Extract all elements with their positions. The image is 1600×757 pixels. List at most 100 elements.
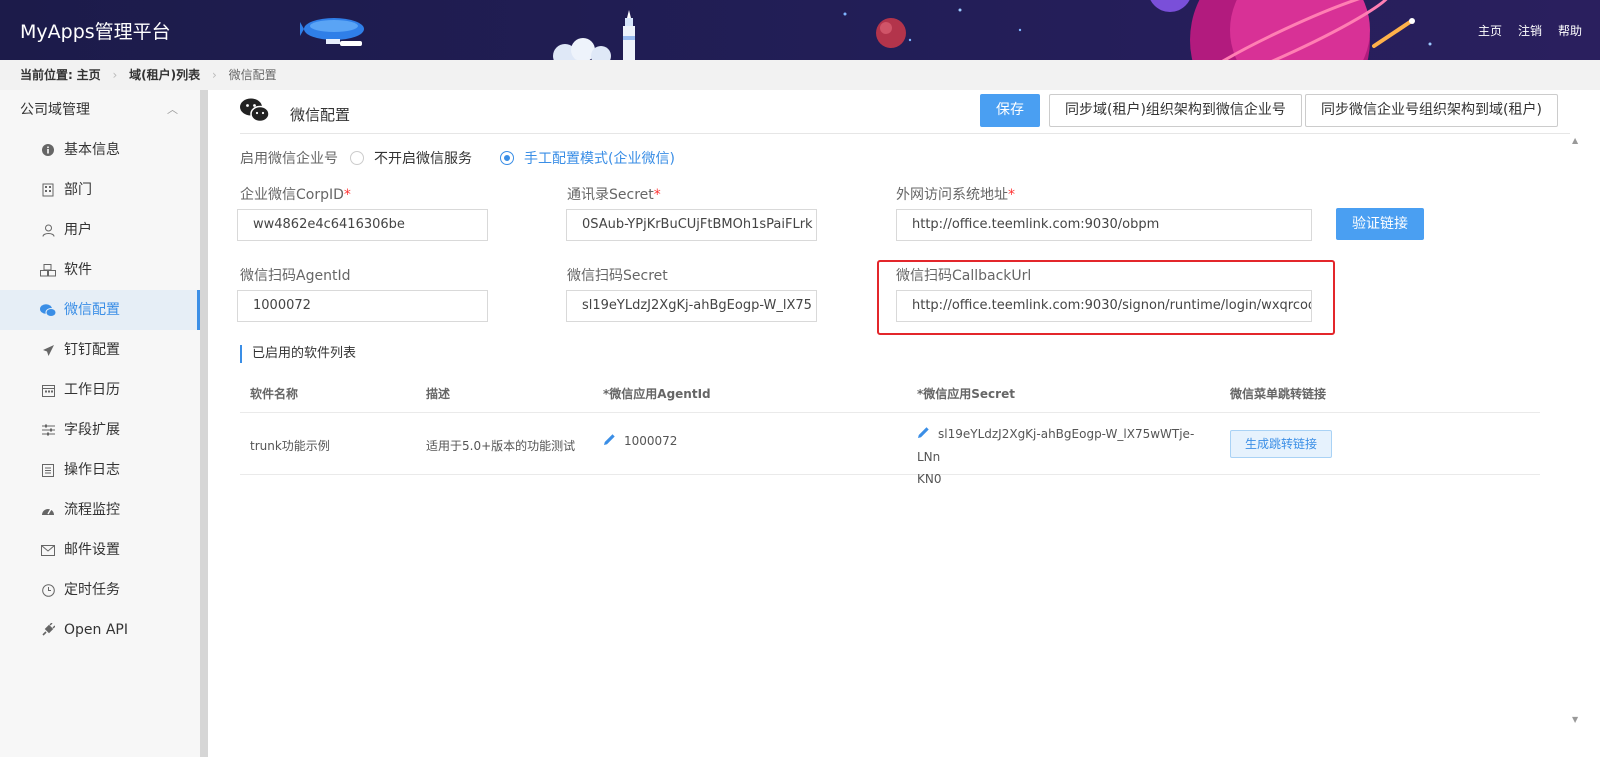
table-header: 软件名称 描述 *微信应用AgentId *微信应用Secret 微信菜单跳转链… [240,373,1540,413]
sidebar-group-company[interactable]: 公司域管理 ︿ [0,90,200,130]
radio-unchecked-icon[interactable] [350,151,364,165]
page-title: 微信配置 [290,106,351,124]
sidebar-item-label: 用户 [64,222,92,238]
breadcrumb-separator-icon: › [211,68,217,82]
scan-agentid-label: 微信扫码AgentId [240,268,351,284]
corpid-input[interactable]: ww4862e4c6416306be [237,209,488,241]
sidebar-item-work-calendar[interactable]: 工作日历 [0,370,200,410]
plane-icon [40,342,56,358]
secret-cell: sl19eYLdzJ2XgKj-ahBgEogp-W_lX75wWTje-LNn… [917,423,1217,490]
required-mark: * [1008,187,1015,203]
edit-pencil-icon[interactable] [917,424,930,446]
external-url-input[interactable]: http://office.teemlink.com:9030/obpm [896,209,1312,241]
edit-pencil-icon[interactable] [603,433,616,449]
info-icon [40,142,56,158]
sidebar-item-label: 钉钉配置 [64,342,120,358]
radio-option-disabled[interactable]: 不开启微信服务 [350,148,472,168]
breadcrumb-prefix: 当前位置: [20,68,73,82]
sidebar-item-label: 邮件设置 [64,542,120,558]
callback-url-highlight-box [877,260,1335,335]
sidebar-item-basic-info[interactable]: 基本信息 [0,130,200,170]
generate-jump-link-button[interactable]: 生成跳转链接 [1230,430,1333,458]
sidebar-item-label: 基本信息 [64,142,120,158]
building-icon [40,182,56,198]
nav-help-link[interactable]: 帮助 [1558,22,1582,39]
required-mark: * [343,187,351,203]
sidebar-item-operation-log[interactable]: 操作日志 [0,450,200,490]
sidebar-item-label: 定时任务 [64,582,120,598]
secret-value-line2: KN0 [917,471,942,486]
sidebar-item-open-api[interactable]: Open API [0,610,200,650]
corpid-label-text: 企业微信CorpID [240,187,344,203]
sidebar-item-field-extension[interactable]: 字段扩展 [0,410,200,450]
log-icon [40,462,56,478]
table-row: trunk功能示例 适用于5.0+版本的功能测试 1000072 sl19eYL… [240,413,1540,486]
breadcrumb: 当前位置: 主页 › 域(租户)列表 › 微信配置 [0,60,1600,90]
enable-wechat-label: 启用微信企业号 [240,151,338,167]
clouds-illustration [553,38,611,60]
wechat-icon [40,302,56,318]
sidebar-group-label: 公司域管理 [20,102,90,118]
sliders-icon [40,422,56,438]
radio-checked-icon[interactable] [500,151,514,165]
clock-icon [40,582,56,598]
sidebar-item-wechat-config[interactable]: 微信配置 [0,290,200,330]
user-icon [40,222,56,238]
sidebar-item-software[interactable]: 软件 [0,250,200,290]
blimp-illustration [300,18,364,46]
plug-icon [40,622,56,638]
sidebar-item-user[interactable]: 用户 [0,210,200,250]
sidebar-item-scheduled-tasks[interactable]: 定时任务 [0,570,200,610]
sidebar-item-process-monitor[interactable]: 流程监控 [0,490,200,530]
column-header: *微信应用Secret [917,387,1015,401]
radio-option-label: 手工配置模式(企业微信) [524,151,675,167]
breadcrumb-home[interactable]: 主页 [77,68,101,82]
wechat-logo-icon [240,98,270,128]
content-scrollbar[interactable]: ▲ ▼ [1570,134,1584,726]
sync-from-wechat-button[interactable]: 同步微信企业号组织架构到域(租户) [1305,94,1558,127]
sidebar-item-label: 软件 [64,262,92,278]
scan-secret-input[interactable]: sl19eYLdzJ2XgKj-ahBgEogp-W_lX75 [566,290,817,322]
column-header: *微信应用AgentId [603,387,711,401]
contacts-secret-input[interactable]: 0SAub-YPjKrBuCUjFtBMOh1sPaiFLrk [566,209,817,241]
breadcrumb-tenant-list[interactable]: 域(租户)列表 [129,68,200,82]
sidebar-item-label: 操作日志 [64,462,120,478]
sidebar-item-label: 部门 [64,182,92,198]
sidebar-item-mail-settings[interactable]: 邮件设置 [0,530,200,570]
sync-to-wechat-button[interactable]: 同步域(租户)组织架构到微信企业号 [1049,94,1302,127]
corpid-label: 企业微信CorpID* [240,184,351,204]
sidebar-item-label: 工作日历 [64,382,120,398]
radio-option-manual[interactable]: 手工配置模式(企业微信) [500,148,675,168]
save-button[interactable]: 保存 [980,94,1040,127]
sidebar-item-department[interactable]: 部门 [0,170,200,210]
nav-logout-link[interactable]: 注销 [1518,22,1542,39]
brand-title: MyApps管理平台 [20,21,171,43]
sidebar-item-label: 流程监控 [64,502,120,518]
software-name-cell: trunk功能示例 [250,439,330,453]
scroll-down-icon[interactable]: ▼ [1572,715,1578,724]
sidebar-item-label: 微信配置 [64,302,120,318]
sidebar: 公司域管理 ︿ 基本信息 部门 用户 软件 微信配置 钉钉配置 工作日历 字段扩… [0,90,200,757]
agentid-cell: 1000072 [603,433,677,449]
scan-secret-label: 微信扫码Secret [567,268,668,284]
column-header: 微信菜单跳转链接 [1230,387,1327,401]
external-url-label-text: 外网访问系统地址 [896,187,1008,203]
secret-value-line1: sl19eYLdzJ2XgKj-ahBgEogp-W_lX75wWTje-LNn [917,427,1195,464]
enable-wechat-row: 启用微信企业号 不开启微信服务 手工配置模式(企业微信) [240,148,703,168]
chevron-up-icon: ︿ [167,103,178,116]
verify-link-button[interactable]: 验证链接 [1336,208,1424,240]
sidebar-item-dingtalk-config[interactable]: 钉钉配置 [0,330,200,370]
top-header: MyApps管理平台 主页 注销 帮助 [0,0,1600,60]
nav-home-link[interactable]: 主页 [1478,22,1502,39]
mail-icon [40,542,56,558]
dashboard-icon [40,502,56,518]
column-header: 描述 [426,387,451,401]
contacts-secret-label-text: 通讯录Secret [567,187,654,203]
scroll-up-icon[interactable]: ▲ [1572,136,1578,145]
cubes-icon [40,262,56,278]
software-list-title: 已启用的软件列表 [240,345,356,363]
header-nav: 主页 注销 帮助 [1478,22,1582,39]
sidebar-scrollbar[interactable] [200,90,208,757]
scan-agentid-input[interactable]: 1000072 [237,290,488,322]
breadcrumb-current: 微信配置 [228,68,277,82]
